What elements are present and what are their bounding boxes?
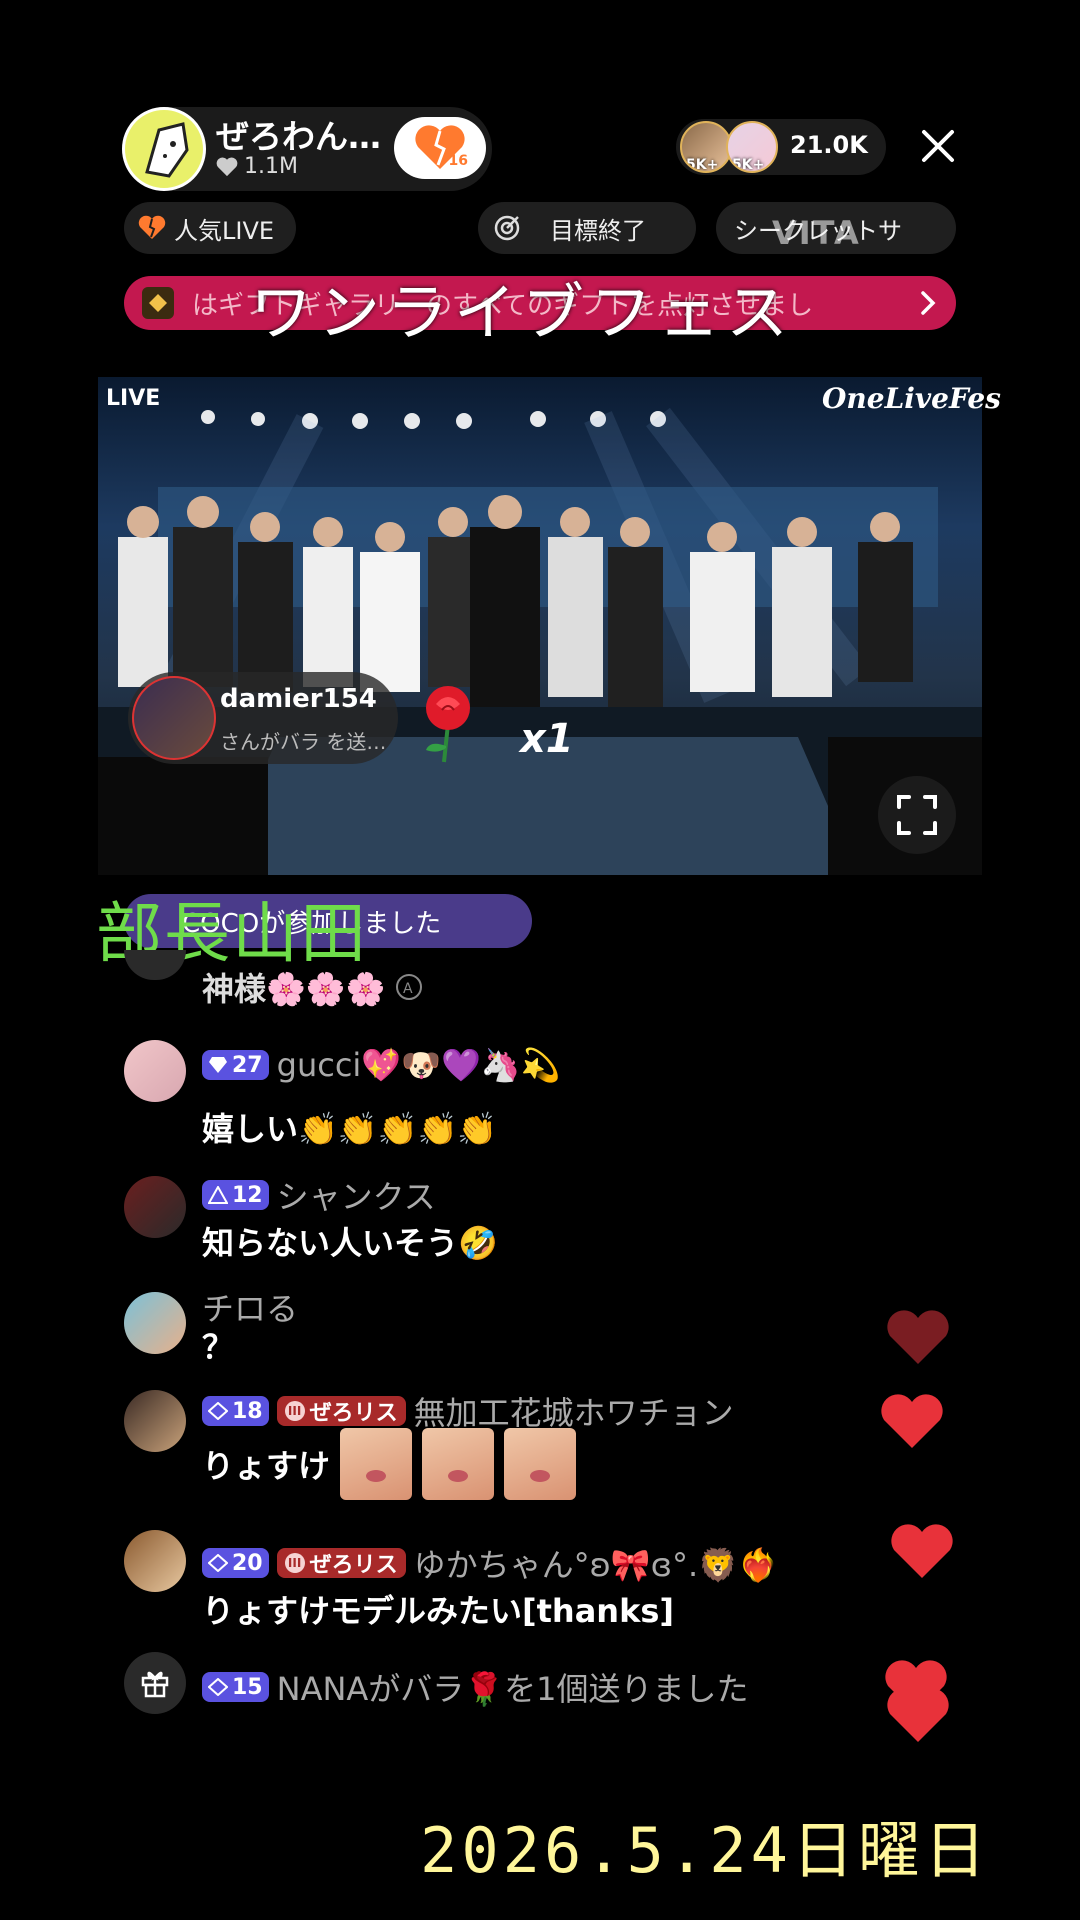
host-likes: 1.1M (216, 154, 298, 179)
chat-avatar[interactable] (124, 1390, 186, 1452)
diamond-icon (142, 287, 174, 319)
translate-icon[interactable]: A (394, 972, 424, 1002)
fan-badge-label: ぜろリス (309, 1553, 398, 1578)
diamond-icon (208, 1678, 228, 1696)
gift-message: 15 NANAがバラ🌹を1個送りました (202, 1664, 749, 1710)
chat-avatar[interactable] (124, 1292, 186, 1354)
level-number: 15 (232, 1674, 263, 1700)
stage-scene (98, 407, 982, 875)
top-viewer-avatar-2[interactable]: 5K+ (726, 121, 778, 173)
goal-label: 目標終了 (550, 216, 646, 245)
fan-badge: III ぜろリス (276, 1548, 406, 1578)
rose-icon (408, 680, 488, 764)
split-heart-icon (138, 215, 166, 241)
fullscreen-icon (895, 793, 939, 837)
host-likes-count: 1.1M (244, 154, 298, 179)
toast-message: さんがバラ を送… (220, 730, 387, 754)
sticker-image (340, 1428, 413, 1500)
viewer-badge-2: 5K+ (732, 157, 765, 173)
chat-avatar[interactable] (124, 1176, 186, 1238)
chat-avatar[interactable] (124, 1530, 186, 1592)
level-number: 20 (232, 1550, 263, 1576)
sticker-image (504, 1428, 577, 1500)
fan-club-icon: III (284, 1553, 305, 1573)
popular-live-label: 人気LIVE (174, 216, 275, 245)
level-number: 27 (232, 1052, 263, 1078)
toast-username: damier154 (220, 684, 377, 714)
follow-button[interactable]: 16 (394, 117, 486, 179)
host-avatar[interactable] (122, 107, 206, 191)
chat-text: 知らない人いそう🤣 (202, 1224, 498, 1262)
level-badge: 20 (202, 1548, 269, 1578)
follow-count: 16 (448, 153, 468, 169)
target-icon (492, 213, 522, 243)
chat-header: 20 III ぜろリス ゆかちゃん°ʚ🎀ɞ°.🦁❤️‍🔥 (202, 1540, 778, 1586)
fan-badge-label: ぜろリス (309, 1401, 398, 1426)
chat-text: 嬉しい👏👏👏👏👏 (202, 1110, 498, 1148)
chat-text: ？ (202, 1328, 235, 1366)
level-number: 18 (232, 1398, 263, 1424)
heart-icon (891, 1524, 953, 1578)
goal-chip[interactable]: 目標終了 (478, 202, 696, 254)
gift-multiplier: x1 (520, 716, 574, 762)
level-badge: 12 (202, 1180, 269, 1210)
fullscreen-button[interactable] (878, 776, 956, 854)
chat-header: 27 gucci💖🐶💜🦄💫 (202, 1046, 561, 1084)
level-badge: 18 (202, 1396, 269, 1426)
chat-avatar[interactable] (124, 1040, 186, 1102)
chat-text: りょすけモデルみたい[thanks] (202, 1592, 675, 1630)
heart-icon (216, 157, 238, 177)
triangle-icon (208, 1186, 228, 1204)
chat-text: 神様🌸🌸🌸 (202, 970, 386, 1008)
viewer-badge-1: 5K+ (686, 157, 719, 173)
live-tag: LIVE (106, 386, 161, 411)
chat-text: りょすけ (202, 1447, 331, 1485)
sticker-image (422, 1428, 495, 1500)
top-viewer-avatar-1[interactable]: 5K+ (680, 121, 732, 173)
popular-live-chip[interactable]: 人気LIVE (124, 202, 296, 254)
gift-text: NANAがバラ🌹を1個送りました (276, 1670, 749, 1708)
level-badge: 27 (202, 1050, 269, 1080)
app-watermark: VITA (772, 214, 861, 252)
level-number: 12 (232, 1182, 263, 1208)
svg-text:A: A (403, 981, 413, 997)
host-name: ぜろわん… (216, 117, 381, 156)
diamond-icon (209, 1057, 227, 1073)
toast-avatar[interactable] (132, 676, 216, 760)
viewer-count[interactable]: 21.0K (790, 131, 868, 159)
chat-header: 12 シャンクス (202, 1172, 436, 1218)
fan-badge: III ぜろリス (276, 1396, 406, 1426)
video-overlay-title: ワンライブフェス (250, 276, 795, 349)
diamond-icon (208, 1554, 228, 1572)
heart-icon (887, 1688, 949, 1742)
fan-club-icon: III (284, 1401, 305, 1421)
diamond-icon (208, 1402, 228, 1420)
heart-icon (887, 1310, 949, 1364)
date-overlay: 2026.5.24日曜日 (420, 1814, 990, 1887)
chat-message: 神様🌸🌸🌸 A (202, 964, 424, 1010)
chat-username[interactable]: シャンクス (277, 1172, 436, 1218)
chat-username[interactable]: ゆかちゃん°ʚ🎀ɞ°.🦁❤️‍🔥 (414, 1540, 778, 1586)
live-video[interactable] (98, 377, 982, 875)
gift-avatar[interactable] (124, 1652, 186, 1714)
heart-icon (881, 1394, 943, 1448)
chat-message: りょすけ (202, 1428, 577, 1500)
event-logo: OneLiveFes (822, 382, 1001, 415)
gift-icon (139, 1667, 171, 1699)
level-badge: 15 (202, 1672, 269, 1702)
chevron-right-icon[interactable] (918, 289, 938, 317)
close-icon[interactable] (918, 126, 958, 166)
chat-username[interactable]: gucci💖🐶💜🦄💫 (277, 1046, 561, 1084)
